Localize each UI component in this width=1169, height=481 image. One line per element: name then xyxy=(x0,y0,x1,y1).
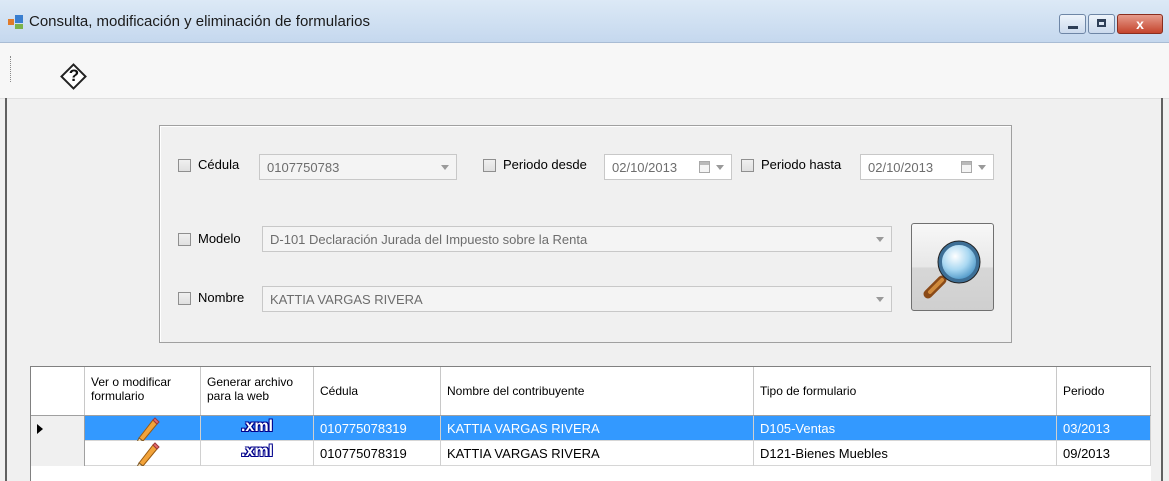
periodo-hasta-label: Periodo hasta xyxy=(761,157,842,172)
row-header[interactable] xyxy=(31,416,85,441)
periodo-desde-picker[interactable]: 02/10/2013 xyxy=(604,154,732,180)
header-periodo[interactable]: Periodo xyxy=(1057,367,1151,415)
tipo-cell: D105-Ventas xyxy=(754,416,1057,441)
modelo-combo[interactable]: D-101 Declaración Jurada del Impuesto so… xyxy=(262,226,892,252)
grid-header: Ver o modificar formulario Generar archiv… xyxy=(31,367,1151,416)
search-button[interactable] xyxy=(911,223,994,311)
cedula-value: 0107750783 xyxy=(267,160,340,175)
header-nombre-label: Nombre del contribuyente xyxy=(447,384,585,398)
cedula-cell: 010775078319 xyxy=(314,441,441,466)
table-row[interactable]: .xml 010775078319 KATTIA VARGAS RIVERA D… xyxy=(31,441,1151,466)
cedula-checkbox[interactable] xyxy=(178,159,191,172)
cedula-combo[interactable]: 0107750783 xyxy=(259,154,457,180)
periodo-hasta-picker[interactable]: 02/10/2013 xyxy=(860,154,994,180)
maximize-button[interactable] xyxy=(1088,14,1115,34)
header-generar-archivo[interactable]: Generar archivo para la web xyxy=(201,367,314,415)
xml-cell[interactable]: .xml xyxy=(201,441,314,466)
row-header[interactable] xyxy=(31,441,85,466)
periodo-desde-checkbox[interactable] xyxy=(483,159,496,172)
nombre-checkbox[interactable] xyxy=(178,292,191,305)
maximize-icon xyxy=(1097,19,1106,27)
header-gen-line2: para la web xyxy=(207,389,270,403)
xml-cell[interactable]: .xml xyxy=(201,416,314,441)
minimize-button[interactable] xyxy=(1059,14,1086,34)
tipo-cell: D121-Bienes Muebles xyxy=(754,441,1057,466)
xml-icon[interactable]: .xml xyxy=(201,443,313,461)
header-gen-line1: Generar archivo xyxy=(207,375,294,389)
modelo-value: D-101 Declaración Jurada del Impuesto so… xyxy=(270,232,588,247)
chevron-down-icon[interactable] xyxy=(716,165,724,170)
header-ver-modificar[interactable]: Ver o modificar formulario xyxy=(85,367,201,415)
periodo-desde-value: 02/10/2013 xyxy=(612,160,678,175)
close-button[interactable]: x xyxy=(1117,14,1163,34)
header-cedula[interactable]: Cédula xyxy=(314,367,441,415)
pencil-icon[interactable] xyxy=(131,416,161,441)
nombre-cell: KATTIA VARGAS RIVERA xyxy=(441,416,754,441)
header-nombre[interactable]: Nombre del contribuyente xyxy=(441,367,754,415)
header-ver-line1: Ver o modificar xyxy=(91,375,172,389)
cedula-cell: 010775078319 xyxy=(314,416,441,441)
window-title: Consulta, modificación y eliminación de … xyxy=(29,13,370,30)
edit-cell[interactable] xyxy=(85,416,201,441)
chevron-down-icon[interactable] xyxy=(978,165,986,170)
calendar-icon[interactable] xyxy=(961,161,972,173)
calendar-icon[interactable] xyxy=(699,161,710,173)
toolbar-grip[interactable] xyxy=(10,56,13,82)
app-icon xyxy=(8,15,24,29)
chevron-down-icon[interactable] xyxy=(441,165,449,170)
pencil-icon[interactable] xyxy=(131,441,161,466)
periodo-cell: 09/2013 xyxy=(1057,441,1151,466)
modelo-checkbox[interactable] xyxy=(178,233,191,246)
nombre-label: Nombre xyxy=(198,290,245,305)
periodo-hasta-checkbox[interactable] xyxy=(741,159,754,172)
xml-icon[interactable]: .xml xyxy=(201,418,313,436)
close-icon: x xyxy=(1136,16,1144,32)
edit-cell[interactable] xyxy=(85,441,201,466)
nombre-cell: KATTIA VARGAS RIVERA xyxy=(441,441,754,466)
cedula-label: Cédula xyxy=(198,157,240,172)
title-bar[interactable]: Consulta, modificación y eliminación de … xyxy=(0,0,1169,43)
magnifier-icon xyxy=(923,240,981,299)
main-window: Consulta, modificación y eliminación de … xyxy=(0,0,1169,481)
header-tipo[interactable]: Tipo de formulario xyxy=(754,367,1057,415)
current-row-icon xyxy=(37,424,43,434)
periodo-desde-label: Periodo desde xyxy=(503,157,587,172)
header-ver-line2: formulario xyxy=(91,389,145,403)
minimize-icon xyxy=(1068,26,1078,29)
header-periodo-label: Periodo xyxy=(1063,384,1105,398)
periodo-cell: 03/2013 xyxy=(1057,416,1151,441)
toolbar: ? xyxy=(0,43,1169,99)
header-tipo-label: Tipo de formulario xyxy=(760,384,857,398)
chevron-down-icon[interactable] xyxy=(876,297,884,302)
help-button[interactable]: ? xyxy=(60,63,90,93)
help-glyph: ? xyxy=(68,66,80,85)
modelo-label: Modelo xyxy=(198,231,241,246)
header-rowheader xyxy=(31,367,85,415)
header-cedula-label: Cédula xyxy=(320,384,359,398)
chevron-down-icon[interactable] xyxy=(876,237,884,242)
results-grid: Ver o modificar formulario Generar archiv… xyxy=(30,366,1151,481)
nombre-value: KATTIA VARGAS RIVERA xyxy=(270,292,423,307)
left-border xyxy=(5,98,7,481)
right-border xyxy=(1161,98,1163,481)
periodo-hasta-value: 02/10/2013 xyxy=(868,160,934,175)
nombre-combo[interactable]: KATTIA VARGAS RIVERA xyxy=(262,286,892,312)
table-row[interactable]: .xml 010775078319 KATTIA VARGAS RIVERA D… xyxy=(31,416,1151,441)
